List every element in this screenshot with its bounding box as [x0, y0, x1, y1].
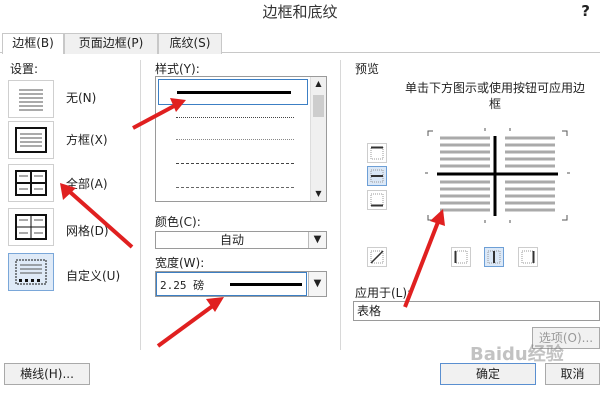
border-inside-vertical-icon [487, 250, 501, 264]
watermark: Baidu经验 [470, 344, 564, 365]
setting-box-label[interactable]: 方框(X) [66, 131, 108, 148]
border-diagonal-icon [370, 250, 384, 264]
border-right-button[interactable] [518, 247, 538, 267]
help-button[interactable]: ? [581, 0, 590, 22]
style-scrollbar[interactable]: ▲ ▼ [310, 77, 326, 201]
setting-all-icon [15, 170, 47, 196]
tab-shading[interactable]: 底纹(S) [158, 33, 222, 54]
scroll-up-icon[interactable]: ▲ [311, 77, 326, 91]
width-label: 宽度(W): [155, 256, 205, 270]
setting-custom-label[interactable]: 自定义(U) [66, 267, 120, 284]
style-option-dashed[interactable] [176, 163, 294, 164]
border-top-button[interactable] [367, 143, 387, 163]
style-option-dotted[interactable] [176, 117, 294, 118]
setting-none-label[interactable]: 无(N) [66, 89, 96, 106]
separator-left [140, 60, 141, 350]
border-left-button[interactable] [451, 247, 471, 267]
setting-all-label[interactable]: 全部(A) [66, 175, 108, 192]
color-value: 自动 [219, 233, 244, 247]
tab-page-borders[interactable]: 页面边框(P) [64, 33, 158, 54]
horizontal-line-button[interactable]: 横线(H)... [4, 363, 90, 385]
setting-all-button[interactable] [8, 164, 54, 202]
border-inside-vertical-button[interactable] [484, 247, 504, 267]
color-label: 颜色(C): [155, 215, 201, 229]
setting-grid-icon [15, 214, 47, 240]
style-listbox[interactable]: ▲ ▼ [155, 76, 327, 202]
width-dropdown[interactable]: 2.25 磅 ▼ [155, 271, 327, 297]
setting-custom-icon [15, 259, 47, 285]
border-left-icon [454, 250, 468, 264]
style-label: 样式(Y): [155, 62, 200, 76]
style-option-selected[interactable] [158, 79, 308, 105]
setting-box-icon [15, 127, 47, 153]
border-inside-horizontal-button[interactable] [367, 166, 387, 186]
scroll-down-icon[interactable]: ▼ [311, 187, 326, 201]
border-preview-diagram[interactable] [425, 128, 570, 223]
color-dropdown[interactable]: 自动 ▼ [155, 231, 327, 249]
apply-to-dropdown[interactable]: 表格 [353, 301, 600, 321]
setting-custom-button[interactable] [8, 253, 54, 291]
chevron-down-icon[interactable]: ▼ [308, 272, 326, 296]
setting-none-button[interactable] [8, 80, 54, 118]
border-right-icon [521, 250, 535, 264]
settings-label: 设置: [10, 62, 39, 76]
preview-hint: 单击下方图示或使用按钮可应用边框 [404, 81, 585, 111]
setting-none-icon [19, 89, 43, 111]
width-sample-line [230, 283, 302, 286]
separator-right [340, 60, 341, 350]
border-bottom-icon [370, 193, 384, 207]
chevron-down-icon[interactable]: ▼ [308, 232, 326, 248]
apply-to-label: 应用于(L): [355, 286, 412, 300]
width-value: 2.25 磅 [160, 279, 205, 292]
border-top-icon [370, 146, 384, 160]
border-inside-horizontal-icon [370, 169, 384, 183]
setting-box-button[interactable] [8, 121, 54, 159]
style-option-dash-dot[interactable] [176, 187, 294, 188]
scroll-thumb[interactable] [313, 95, 324, 117]
apply-to-value: 表格 [357, 304, 382, 318]
dialog-title: 边框和底纹 [262, 3, 338, 21]
border-diagonal-button[interactable] [367, 247, 387, 267]
tab-borders[interactable]: 边框(B) [2, 33, 64, 55]
border-bottom-button[interactable] [367, 190, 387, 210]
setting-grid-label[interactable]: 网格(D) [66, 222, 109, 239]
preview-label: 预览 [355, 62, 380, 76]
cancel-button[interactable]: 取消 [545, 363, 600, 385]
ok-button[interactable]: 确定 [440, 363, 536, 385]
style-option-dotted-fine[interactable] [176, 139, 294, 140]
setting-grid-button[interactable] [8, 208, 54, 246]
